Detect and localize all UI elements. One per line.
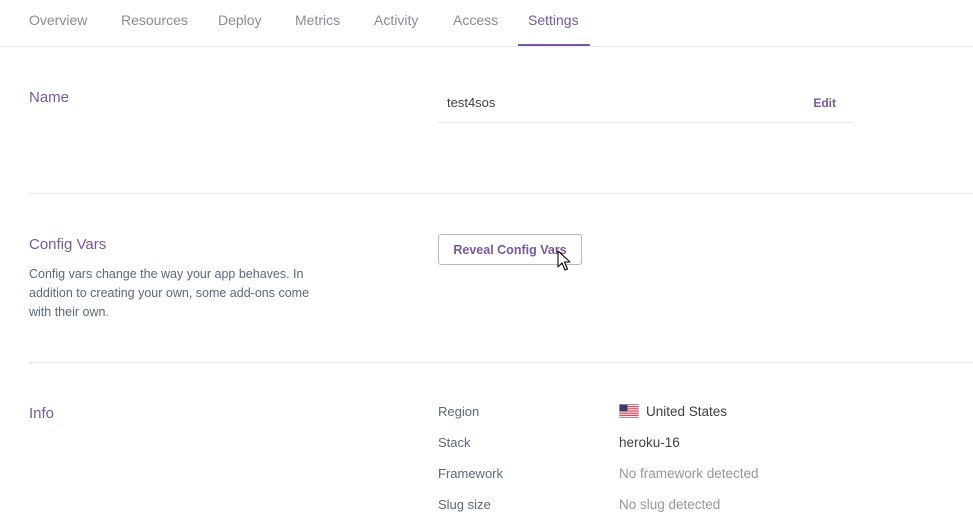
tab-overview[interactable]: Overview [29, 0, 87, 46]
active-tab-indicator [518, 44, 590, 46]
tab-settings[interactable]: Settings [528, 0, 579, 46]
section-divider [29, 362, 973, 363]
tab-access[interactable]: Access [453, 0, 498, 46]
slug-size-label: Slug size [438, 497, 491, 512]
edit-name-button[interactable]: Edit [813, 96, 836, 110]
tab-resources[interactable]: Resources [121, 0, 188, 46]
stack-value: heroku-16 [619, 435, 680, 450]
region-label: Region [438, 404, 480, 419]
region-value-row: United States [619, 404, 727, 421]
framework-label: Framework [438, 466, 504, 481]
config-vars-description: Config vars change the way your app beha… [29, 267, 310, 319]
framework-value: No framework detected [619, 466, 759, 481]
mouse-pointer-icon [557, 250, 571, 277]
tab-activity[interactable]: Activity [374, 0, 418, 46]
name-section-title: Name [29, 89, 70, 106]
app-name-value: test4sos [447, 95, 496, 110]
tab-deploy[interactable]: Deploy [218, 0, 262, 46]
tab-metrics[interactable]: Metrics [295, 0, 340, 46]
section-divider [29, 193, 973, 194]
app-name-row: test4sos Edit [438, 86, 854, 123]
stack-label: Stack [438, 435, 471, 450]
config-vars-title: Config Vars [29, 236, 107, 253]
slug-size-value: No slug detected [619, 497, 721, 512]
info-section-title: Info [29, 405, 55, 422]
app-tab-bar: Overview Resources Deploy Metrics Activi… [0, 0, 973, 47]
region-value: United States [646, 404, 728, 419]
us-flag-icon [619, 404, 639, 421]
